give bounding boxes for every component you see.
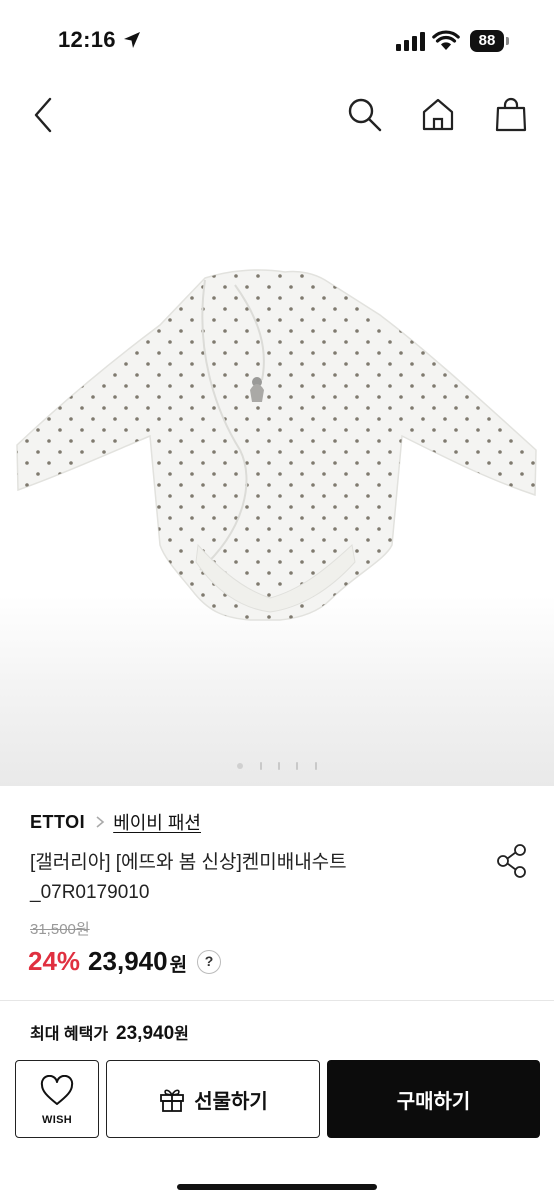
heart-icon [40, 1074, 74, 1105]
top-nav [0, 80, 554, 150]
home-indicator [177, 1184, 377, 1190]
max-benefit-currency: 원 [174, 1026, 189, 1043]
max-benefit-price: 23,940 [116, 1023, 175, 1044]
max-benefit-row: 최대 혜택가 23,940 원 [30, 1020, 189, 1045]
product-image-gallery[interactable] [0, 150, 554, 786]
discount-rate: 24% [28, 946, 81, 976]
sale-price: 23,940 [88, 946, 168, 976]
gift-icon [160, 1089, 185, 1112]
product-title-line1: [갤러리아] [에뜨와 봄 신상]켄미배내수트 [30, 852, 347, 873]
gift-label: 선물하기 [194, 1090, 268, 1113]
back-chevron-icon[interactable] [28, 96, 58, 134]
wish-label: WISH [42, 1114, 72, 1126]
brand-name[interactable]: ETTOI [30, 812, 85, 833]
home-icon[interactable] [420, 96, 456, 134]
gallery-dot-active[interactable] [237, 762, 244, 769]
product-title: [갤러리아] [에뜨와 봄 신상]켄미배내수트 _07R0179010 [30, 848, 450, 908]
chevron-right-icon [96, 816, 105, 828]
sale-price-currency: 원 [169, 955, 188, 976]
price-row: 24% 23,940 원 ? [28, 946, 222, 977]
bottom-action-bar: WISH 선물하기 구매하기 [0, 1058, 554, 1200]
gallery-pagination [0, 757, 554, 770]
battery-cap [506, 37, 509, 45]
status-time: 12:16 [58, 27, 116, 52]
buy-button[interactable]: 구매하기 [327, 1060, 540, 1138]
shopping-bag-icon[interactable] [494, 96, 528, 134]
product-image [16, 269, 537, 621]
gift-button[interactable]: 선물하기 [106, 1060, 320, 1138]
status-bar: 12:16 88 [0, 0, 554, 80]
gallery-dot[interactable] [314, 761, 317, 770]
search-icon[interactable] [346, 96, 384, 134]
location-arrow-icon [124, 32, 140, 48]
battery-indicator: 88 [470, 30, 504, 52]
gallery-dot[interactable] [278, 761, 280, 770]
max-benefit-label: 최대 혜택가 [30, 1026, 109, 1043]
category-link[interactable]: 베이비 패션 [113, 809, 201, 835]
breadcrumb: ETTOI 베이비 패션 [30, 810, 201, 834]
wish-button[interactable]: WISH [15, 1060, 99, 1138]
signal-icon [396, 32, 425, 51]
share-icon[interactable] [495, 843, 529, 879]
original-price: 31,500원 [30, 921, 90, 938]
price-help-button[interactable]: ? [197, 949, 222, 974]
section-divider [0, 1000, 554, 1001]
gallery-dot[interactable] [259, 761, 262, 770]
wifi-icon [432, 30, 460, 50]
product-title-line2: _07R0179010 [30, 882, 150, 903]
